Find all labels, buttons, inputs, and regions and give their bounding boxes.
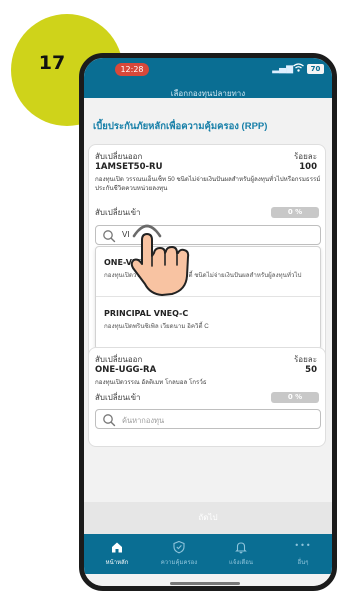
fund-switch-card: สับเปลี่ยนออก ร้อยละ ONE-UGG-RA 50 กองทุ… [88, 347, 326, 447]
tab-home[interactable]: หน้าหลัก [86, 534, 148, 574]
search-icon [103, 414, 116, 427]
fund-code: 1AMSET50-RU [95, 162, 163, 172]
switch-in-percent-field[interactable]: 0 % [271, 207, 319, 218]
switch-in-label: สับเปลี่ยนเข้า [95, 393, 141, 402]
section-title: เบี้ยประกันภัยหลักเพื่อความคุ้มครอง (RPP… [93, 121, 268, 132]
page-title: เลือกกองทุนปลายทาง [170, 89, 246, 98]
fund-description: กองทุนเปิดวรรณ อัลติเมท โกลบอล โกรว์ธ [95, 379, 207, 386]
switch-in-label: สับเปลี่ยนเข้า [95, 208, 141, 217]
search-result-item[interactable]: PRINCIPAL VNEQ-C กองทุนเปิดพรินซิเพิล เว… [96, 298, 320, 348]
tab-label: ความคุ้มครอง [160, 560, 198, 566]
more-icon: ••• [294, 541, 312, 550]
result-fund-code: PRINCIPAL VNEQ-C [104, 309, 189, 318]
switch-in-percent-field[interactable]: 0 % [271, 392, 319, 403]
phone-frame: 12:28 ▂▄▆ 70 เลือกกองทุนปลายทาง เบี้ยประ… [79, 53, 337, 591]
home-icon [112, 542, 122, 553]
next-button[interactable]: ถัดไป [84, 502, 332, 534]
fund-description: กองทุนเปิด วรรณนเอ็นเซ็ท 50 ชนิดไม่จ่ายเ… [95, 176, 321, 192]
tab-label: แจ้งเตือน [229, 560, 253, 566]
battery-icon: 70 [307, 64, 324, 74]
fund-code: ONE-UGG-RA [95, 365, 157, 375]
tab-label: หน้าหลัก [105, 560, 129, 566]
shield-check-icon [173, 540, 185, 554]
bottom-tab-bar: หน้าหลัก ความคุ้มครอง แจ้งเตือน ••• อื่น… [84, 534, 332, 574]
search-placeholder: ค้นหากองทุน [122, 416, 165, 425]
home-indicator-area [84, 574, 332, 586]
tab-coverage[interactable]: ความคุ้มครอง [148, 534, 210, 574]
tab-label: อื่นๆ [297, 560, 309, 566]
search-icon [103, 230, 116, 243]
home-indicator [170, 582, 240, 585]
result-fund-description: กองทุนเปิดพรินซิเพิล เวียดนาม อิควิตี้ C [104, 323, 209, 330]
tap-hand-icon [130, 224, 190, 296]
fund-search-input[interactable]: ค้นหากองทุน [95, 409, 321, 429]
tab-more[interactable]: ••• อื่นๆ [272, 534, 332, 574]
status-time: 12:28 [115, 63, 149, 76]
signal-icon: ▂▄▆ [272, 64, 293, 74]
tab-notifications[interactable]: แจ้งเตือน [210, 534, 272, 574]
wifi-icon [293, 63, 304, 75]
app-header: 12:28 ▂▄▆ 70 เลือกกองทุนปลายทาง [84, 58, 332, 98]
percent-value: 100 [299, 162, 317, 172]
bell-icon [235, 542, 247, 554]
percent-value: 50 [305, 365, 317, 375]
